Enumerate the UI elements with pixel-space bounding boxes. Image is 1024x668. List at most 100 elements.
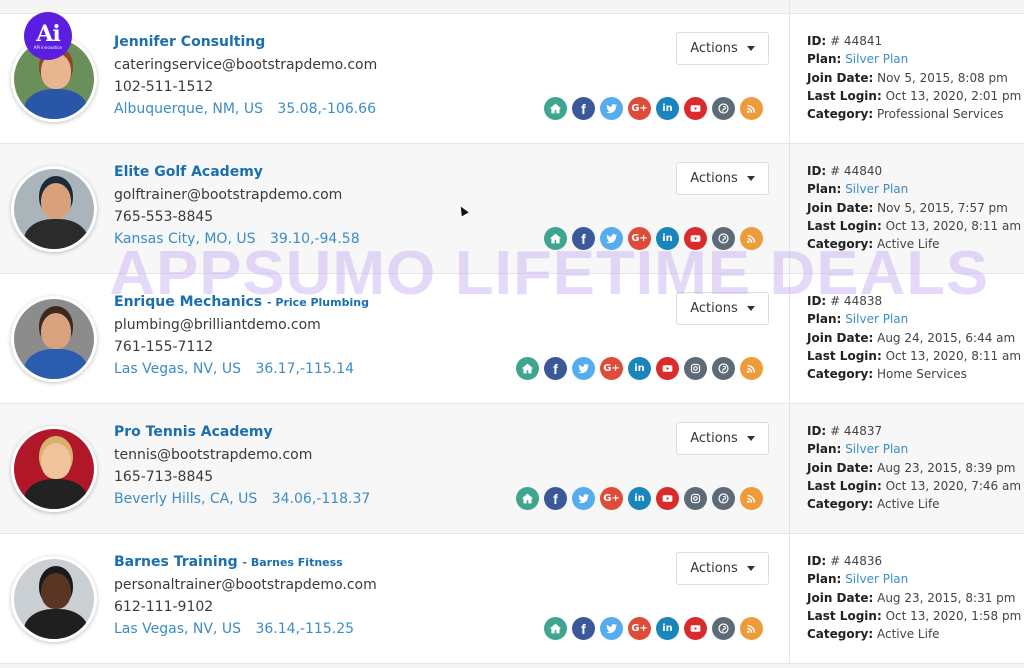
facebook-icon[interactable]: f <box>572 617 595 640</box>
twitter-icon[interactable] <box>600 97 623 120</box>
youtube-icon[interactable] <box>684 617 707 640</box>
member-email: plumbing@brilliantdemo.com <box>114 317 321 333</box>
member-location[interactable]: Albuquerque, NM, US <box>114 101 263 117</box>
member-phone: 165-713-8845 <box>114 469 214 485</box>
rss-icon[interactable] <box>740 617 763 640</box>
member-name-link[interactable]: Enrique Mechanics <box>114 294 262 310</box>
rss-icon[interactable] <box>740 487 763 510</box>
member-coords[interactable]: 36.17,-115.14 <box>255 361 354 377</box>
join-date-value: Aug 24, 2015, 6:44 am <box>877 330 1016 345</box>
pinterest-icon[interactable] <box>712 487 735 510</box>
actions-dropdown-button[interactable]: Actions <box>676 32 769 65</box>
plan-link[interactable]: Silver Plan <box>845 312 908 326</box>
plan-link[interactable]: Silver Plan <box>845 442 908 456</box>
member-list: Jennifer Consulting cateringservice@boot… <box>0 14 1024 664</box>
member-avatar[interactable] <box>11 556 97 642</box>
last-login-value: Oct 13, 2020, 1:58 pm <box>885 608 1022 623</box>
join-date-value: Aug 23, 2015, 8:39 pm <box>877 460 1016 475</box>
last-login-label: Last Login: <box>807 88 882 103</box>
plan-link[interactable]: Silver Plan <box>845 182 908 196</box>
actions-dropdown-button[interactable]: Actions <box>676 162 769 195</box>
member-avatar[interactable] <box>11 166 97 252</box>
pinterest-icon[interactable] <box>712 357 735 380</box>
instagram-icon[interactable] <box>684 487 707 510</box>
home-icon[interactable] <box>544 617 567 640</box>
member-main: Enrique Mechanics - Price Plumbing plumb… <box>0 274 789 403</box>
member-name-link[interactable]: Barnes Training <box>114 554 238 570</box>
linkedin-icon[interactable]: in <box>628 487 651 510</box>
actions-dropdown-button[interactable]: Actions <box>676 552 769 585</box>
plan-link[interactable]: Silver Plan <box>845 52 908 66</box>
youtube-icon[interactable] <box>684 227 707 250</box>
linkedin-icon[interactable]: in <box>656 97 679 120</box>
rss-icon[interactable] <box>740 227 763 250</box>
home-icon[interactable] <box>544 227 567 250</box>
member-name-link[interactable]: Jennifer Consulting <box>114 34 265 50</box>
detail-join-date: Join Date: Nov 5, 2015, 7:57 pm <box>807 199 1024 217</box>
member-row: Jennifer Consulting cateringservice@boot… <box>0 14 1024 144</box>
member-name-link[interactable]: Pro Tennis Academy <box>114 424 273 440</box>
social-links: f G+ in <box>544 97 763 120</box>
category-value: Professional Services <box>876 107 1004 122</box>
detail-category: Category: Home Services <box>807 365 1024 383</box>
member-coords[interactable]: 34.06,-118.37 <box>272 491 371 507</box>
member-location[interactable]: Beverly Hills, CA, US <box>114 491 257 507</box>
googleplus-icon[interactable]: G+ <box>628 227 651 250</box>
member-email: tennis@bootstrapdemo.com <box>114 447 313 463</box>
member-location[interactable]: Las Vegas, NV, US <box>114 621 241 637</box>
linkedin-icon[interactable]: in <box>628 357 651 380</box>
googleplus-icon[interactable]: G+ <box>628 617 651 640</box>
caret-down-icon <box>746 306 755 311</box>
actions-dropdown-button[interactable]: Actions <box>676 422 769 455</box>
id-value: # 44841 <box>830 34 883 48</box>
join-date-value: Aug 23, 2015, 8:31 pm <box>877 590 1016 605</box>
home-icon[interactable] <box>544 97 567 120</box>
member-avatar[interactable] <box>11 426 97 512</box>
member-avatar[interactable] <box>11 296 97 382</box>
googleplus-icon[interactable]: G+ <box>600 357 623 380</box>
join-date-value: Nov 5, 2015, 7:57 pm <box>877 200 1008 215</box>
member-coords[interactable]: 35.08,-106.66 <box>277 101 376 117</box>
pinterest-icon[interactable] <box>712 617 735 640</box>
actions-label: Actions <box>690 301 738 316</box>
twitter-icon[interactable] <box>600 227 623 250</box>
twitter-icon[interactable] <box>572 487 595 510</box>
youtube-icon[interactable] <box>684 97 707 120</box>
avatar-head <box>41 183 71 219</box>
member-location[interactable]: Kansas City, MO, US <box>114 231 255 247</box>
youtube-icon[interactable] <box>656 357 679 380</box>
facebook-icon[interactable]: f <box>544 487 567 510</box>
rss-icon[interactable] <box>740 357 763 380</box>
facebook-icon[interactable]: f <box>572 227 595 250</box>
twitter-icon[interactable] <box>600 617 623 640</box>
twitter-icon[interactable] <box>572 357 595 380</box>
home-icon[interactable] <box>516 357 539 380</box>
member-details: ID: # 44838 Plan: Silver Plan Join Date:… <box>789 274 1024 403</box>
member-email: personaltrainer@bootstrapdemo.com <box>114 577 377 593</box>
member-location[interactable]: Las Vegas, NV, US <box>114 361 241 377</box>
linkedin-icon[interactable]: in <box>656 617 679 640</box>
last-login-value: Oct 13, 2020, 8:11 am <box>885 218 1022 233</box>
member-name-link[interactable]: Elite Golf Academy <box>114 164 263 180</box>
facebook-icon[interactable]: f <box>572 97 595 120</box>
member-coords[interactable]: 36.14,-115.25 <box>255 621 354 637</box>
plan-link[interactable]: Silver Plan <box>845 572 908 586</box>
member-row: Pro Tennis Academy tennis@bootstrapdemo.… <box>0 404 1024 534</box>
home-icon[interactable] <box>516 487 539 510</box>
youtube-icon[interactable] <box>656 487 679 510</box>
actions-dropdown-button[interactable]: Actions <box>676 292 769 325</box>
instagram-icon[interactable] <box>684 357 707 380</box>
detail-id: ID: # 44841 <box>807 32 1024 50</box>
detail-id: ID: # 44836 <box>807 552 1024 570</box>
member-location-line: Beverly Hills, CA, US 34.06,-118.37 <box>114 488 370 510</box>
member-coords[interactable]: 39.10,-94.58 <box>270 231 360 247</box>
pinterest-icon[interactable] <box>712 227 735 250</box>
social-links: f G+ in <box>516 357 763 380</box>
facebook-icon[interactable]: f <box>544 357 567 380</box>
linkedin-icon[interactable]: in <box>656 227 679 250</box>
rss-icon[interactable] <box>740 97 763 120</box>
pinterest-icon[interactable] <box>712 97 735 120</box>
last-login-label: Last Login: <box>807 608 882 623</box>
googleplus-icon[interactable]: G+ <box>628 97 651 120</box>
googleplus-icon[interactable]: G+ <box>600 487 623 510</box>
